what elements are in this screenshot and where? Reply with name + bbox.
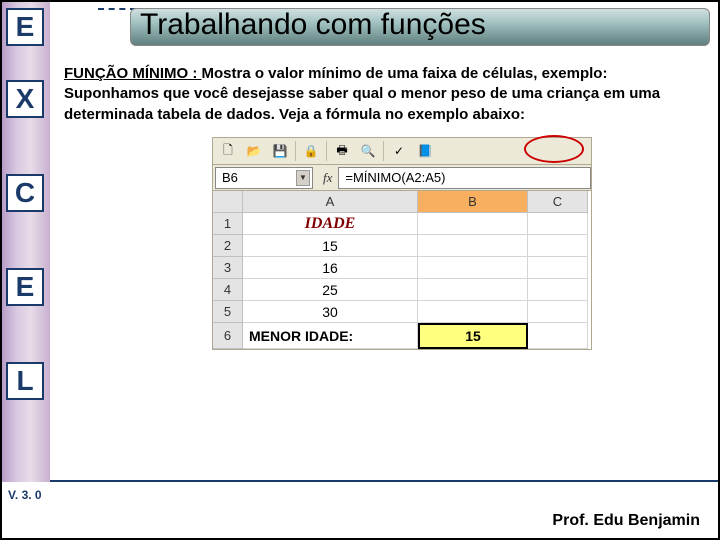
formula-input[interactable]: =MÍNIMO(A2:A5)	[338, 167, 591, 189]
cell-b6-selected[interactable]: 15	[418, 323, 528, 349]
row-head[interactable]: 2	[213, 235, 243, 257]
new-doc-icon[interactable]: 🗋	[217, 140, 239, 162]
spell-icon[interactable]: ✓	[388, 140, 410, 162]
slide: E X C E L Trabalhando com funções FUNÇÃO…	[0, 0, 720, 540]
formula-bar-row: B6 ▼ fx =MÍNIMO(A2:A5)	[212, 165, 592, 191]
cell-b[interactable]	[418, 235, 528, 257]
research-icon[interactable]: 📘	[414, 140, 436, 162]
fx-button[interactable]: fx	[323, 170, 332, 186]
cell-c[interactable]	[528, 279, 588, 301]
page-title: Trabalhando com funções	[140, 8, 486, 42]
cell-c6[interactable]	[528, 323, 588, 349]
print-icon[interactable]: 🖶	[331, 140, 353, 162]
footer-author: Prof. Edu Benjamin	[552, 512, 700, 530]
sidebar-letter-e2: E	[6, 268, 44, 306]
spreadsheet-grid: A B C 1IDADE215316425530 6 MENOR IDADE: …	[212, 191, 592, 350]
row-head[interactable]: 3	[213, 257, 243, 279]
sidebar-letter-l: L	[6, 362, 44, 400]
cell-b[interactable]	[418, 279, 528, 301]
red-circle-highlight	[524, 135, 584, 163]
func-label: FUNÇÃO MÍNIMO :	[64, 65, 201, 82]
cell-c[interactable]	[528, 301, 588, 323]
select-all-corner[interactable]	[213, 191, 243, 213]
cell-c[interactable]	[528, 235, 588, 257]
chevron-down-icon[interactable]: ▼	[296, 170, 310, 186]
name-box-value: B6	[222, 170, 238, 185]
column-headers: A B C	[213, 191, 591, 213]
cell-a6[interactable]: MENOR IDADE:	[243, 323, 418, 349]
col-head-b[interactable]: B	[418, 191, 528, 213]
table-row: 215	[213, 235, 591, 257]
cell-b[interactable]	[418, 301, 528, 323]
cell-c[interactable]	[528, 257, 588, 279]
excel-screenshot: 🗋📂💾🔒🖶🔍✓📘 B6 ▼ fx =MÍNIMO(A2:A5) A B C 1I…	[212, 137, 592, 350]
toolbar-separator	[295, 141, 296, 161]
cell-c[interactable]	[528, 213, 588, 235]
excel-toolbar: 🗋📂💾 🔒 🖶🔍 ✓📘	[212, 137, 592, 165]
save-icon[interactable]: 💾	[269, 140, 291, 162]
name-box[interactable]: B6 ▼	[215, 167, 313, 189]
body-text: FUNÇÃO MÍNIMO : Mostra o valor mínimo de…	[64, 64, 704, 125]
cell-a[interactable]: 16	[243, 257, 418, 279]
col-head-a[interactable]: A	[243, 191, 418, 213]
sidebar-letter-c: C	[6, 174, 44, 212]
row-head[interactable]: 5	[213, 301, 243, 323]
sidebar-letter-x: X	[6, 80, 44, 118]
row-head[interactable]: 4	[213, 279, 243, 301]
cell-a[interactable]: IDADE	[243, 213, 418, 235]
sidebar: E X C E L	[2, 2, 50, 482]
toolbar-separator	[383, 141, 384, 161]
preview-icon[interactable]: 🔍	[357, 140, 379, 162]
permission-icon[interactable]: 🔒	[300, 140, 322, 162]
cell-b[interactable]	[418, 213, 528, 235]
table-row: 425	[213, 279, 591, 301]
cell-b[interactable]	[418, 257, 528, 279]
title-area: Trabalhando com funções	[50, 2, 718, 54]
table-row: 316	[213, 257, 591, 279]
version-label: V. 3. 0	[8, 488, 42, 502]
divider-line	[50, 480, 718, 482]
cell-a[interactable]: 25	[243, 279, 418, 301]
row-6: 6 MENOR IDADE: 15	[213, 323, 591, 349]
formula-text: =MÍNIMO(A2:A5)	[345, 170, 445, 185]
table-row: 530	[213, 301, 591, 323]
cell-a[interactable]: 15	[243, 235, 418, 257]
toolbar-separator	[326, 141, 327, 161]
row-head[interactable]: 1	[213, 213, 243, 235]
cell-a[interactable]: 30	[243, 301, 418, 323]
open-icon[interactable]: 📂	[243, 140, 265, 162]
col-head-c[interactable]: C	[528, 191, 588, 213]
table-row: 1IDADE	[213, 213, 591, 235]
sidebar-letter-e1: E	[6, 8, 44, 46]
row-head-6[interactable]: 6	[213, 323, 243, 349]
